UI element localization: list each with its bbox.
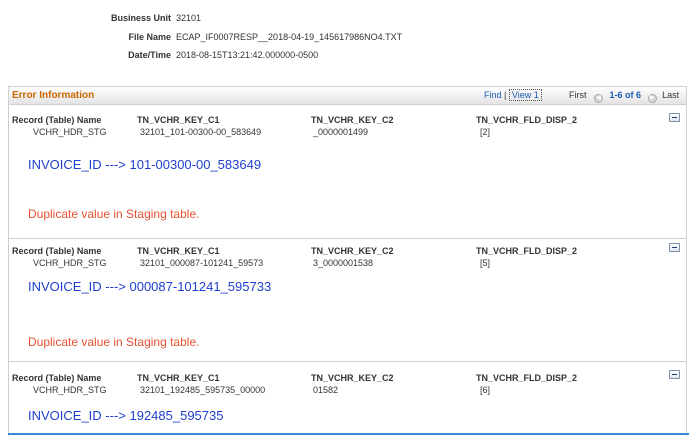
key-c1-value: 32101_000087-101241_59573	[140, 258, 264, 268]
record-name-value: VCHR_HDR_STG	[33, 127, 107, 137]
fld-disp-header: TN_VCHR_FLD_DISP_2	[476, 373, 578, 383]
grid-nav: Find | View 1	[484, 89, 542, 101]
error-message: Duplicate value in Staging table.	[28, 207, 200, 221]
error-message: Duplicate value in Staging table.	[28, 335, 200, 349]
key-c1-header: TN_VCHR_KEY_C1	[137, 246, 220, 256]
fld-disp-header: TN_VCHR_FLD_DISP_2	[476, 115, 578, 125]
next-arrow-icon[interactable]: ▶	[647, 94, 657, 103]
key-c1-header: TN_VCHR_KEY_C1	[137, 373, 220, 383]
key-c1-value: 32101_192485_595735_00000	[140, 385, 266, 395]
row-count: 1-6 of 6	[609, 90, 642, 100]
error-row: Record (Table) Name TN_VCHR_KEY_C1 TN_VC…	[9, 239, 686, 362]
error-row: Record (Table) Name TN_VCHR_KEY_C1 TN_VC…	[9, 105, 686, 239]
record-name-header: Record (Table) Name	[12, 373, 102, 383]
previous-arrow-icon[interactable]: ◀	[594, 94, 604, 103]
record-name-value: VCHR_HDR_STG	[33, 385, 107, 395]
fld-disp-value: [2]	[480, 127, 491, 137]
nav-separator: |	[504, 90, 507, 100]
key-c1-header: TN_VCHR_KEY_C1	[137, 115, 220, 125]
find-link[interactable]: Find	[484, 90, 502, 100]
key-c2-value: 01582	[313, 385, 339, 395]
record-name-header: Record (Table) Name	[12, 246, 102, 256]
key-c2-header: TN_VCHR_KEY_C2	[311, 115, 394, 125]
fld-disp-header: TN_VCHR_FLD_DISP_2	[476, 246, 578, 256]
grid-header-bar: Error Information Find | View 1 First ◀ …	[9, 87, 686, 105]
grid-paging: First ◀ 1-6 of 6 ▶ Last	[569, 90, 679, 103]
collapse-row-button[interactable]	[669, 370, 680, 379]
datetime-value: 2018-08-15T13:21:42.000000-0500	[176, 50, 319, 60]
key-c2-value: 3_0000001538	[313, 258, 374, 268]
bottom-divider	[8, 433, 689, 435]
business-unit-value: 32101	[176, 13, 202, 23]
key-c2-header: TN_VCHR_KEY_C2	[311, 373, 394, 383]
view-1-link[interactable]: View 1	[508, 89, 542, 101]
record-name-header: Record (Table) Name	[12, 115, 102, 125]
error-row: Record (Table) Name TN_VCHR_KEY_C1 TN_VC…	[9, 362, 686, 437]
datetime-label: Date/Time	[128, 50, 171, 60]
collapse-row-button[interactable]	[669, 243, 680, 252]
invoice-id-text: INVOICE_ID ---> 000087-101241_595733	[28, 279, 272, 294]
fld-disp-value: [5]	[480, 258, 491, 268]
error-information-grid: Error Information Find | View 1 First ◀ …	[8, 86, 687, 436]
file-name-label: File Name	[128, 32, 171, 42]
first-label: First	[569, 90, 587, 100]
business-unit-label: Business Unit	[110, 13, 171, 23]
invoice-id-text: INVOICE_ID ---> 192485_595735	[28, 408, 224, 423]
file-name-value: ECAP_IF0007RESP__2018-04-19_145617986NO4…	[176, 32, 403, 42]
grid-title: Error Information	[12, 90, 95, 101]
invoice-id-text: INVOICE_ID ---> 101-00300-00_583649	[28, 157, 262, 172]
key-c2-header: TN_VCHR_KEY_C2	[311, 246, 394, 256]
key-c1-value: 32101_101-00300-00_583649	[140, 127, 262, 137]
fld-disp-value: [6]	[480, 385, 491, 395]
key-c2-value: _0000001499	[313, 127, 369, 137]
last-label: Last	[662, 90, 680, 100]
record-name-value: VCHR_HDR_STG	[33, 258, 107, 268]
collapse-row-button[interactable]	[669, 113, 680, 122]
